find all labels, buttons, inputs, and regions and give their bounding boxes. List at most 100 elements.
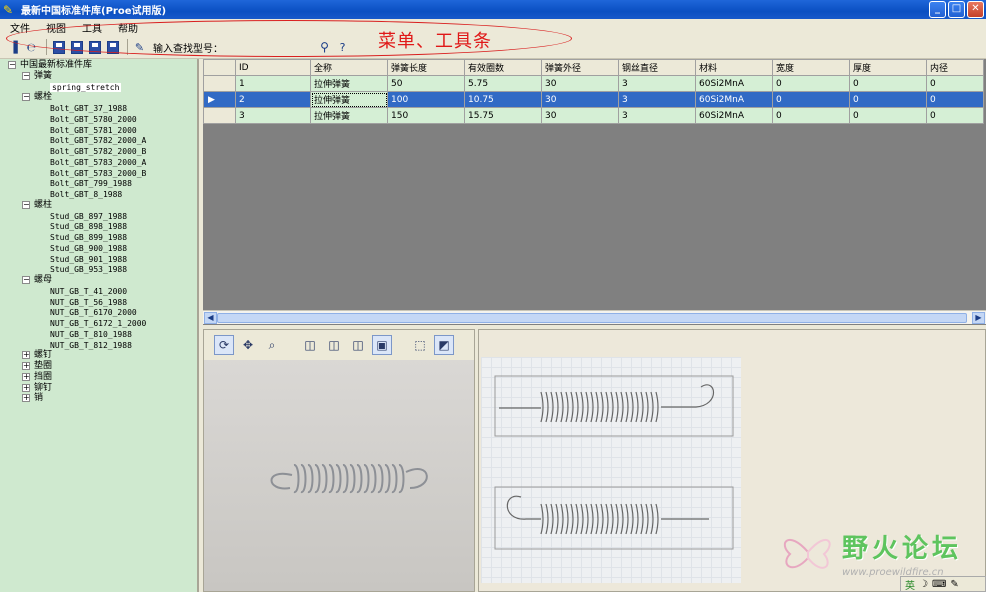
tree-group[interactable]: + 铆钉: [22, 383, 52, 394]
drawing-2d-preview[interactable]: [478, 329, 986, 592]
binoculars-icon[interactable]: ⚲: [317, 40, 332, 55]
tree-item[interactable]: spring_stretch: [50, 82, 122, 93]
table-cell[interactable]: 0: [849, 91, 927, 108]
table-cell[interactable]: 60Si2MnA: [695, 91, 773, 108]
tree-item[interactable]: NUT_GB_T_812_1988: [50, 340, 132, 351]
save-icon[interactable]: [51, 40, 66, 55]
parameter-grid[interactable]: ID 全称 弹簧长度 有效圈数 弹簧外径 钢丝直径 材料 宽度 厚度 内径 1拉…: [203, 59, 986, 325]
menu-tools[interactable]: 工具: [82, 20, 102, 35]
rotate-icon[interactable]: ⟳: [214, 335, 234, 355]
tree-group[interactable]: + 螺钉: [22, 350, 52, 361]
close-button[interactable]: ✕: [967, 1, 984, 18]
table-cell[interactable]: 3: [235, 107, 311, 124]
tree-item[interactable]: Stud_GB_898_1988: [50, 221, 127, 232]
collapse-icon[interactable]: −: [22, 276, 30, 284]
menu-view[interactable]: 视图: [46, 20, 66, 35]
tree-item[interactable]: Stud_GB_900_1988: [50, 243, 127, 254]
row-header[interactable]: ▶: [203, 91, 236, 108]
table-cell[interactable]: 拉伸弹簧: [310, 107, 388, 124]
help-icon[interactable]: ?: [335, 40, 350, 55]
tree-item[interactable]: Bolt_GBT_5780_2000: [50, 114, 137, 125]
zoom-fit-icon[interactable]: ⌕: [262, 335, 282, 355]
view-side-icon[interactable]: ◫: [348, 335, 368, 355]
table-cell[interactable]: 30: [541, 107, 619, 124]
moon-icon[interactable]: ☽: [919, 579, 928, 590]
table-cell[interactable]: 0: [926, 75, 984, 92]
column-header[interactable]: 厚度: [849, 59, 927, 76]
save-all-icon[interactable]: [105, 40, 120, 55]
collapse-icon[interactable]: −: [22, 200, 30, 209]
wireframe-icon[interactable]: ⬚: [410, 335, 430, 355]
table-cell[interactable]: 3: [618, 107, 696, 124]
tree-group[interactable]: + 销: [22, 393, 43, 404]
expand-icon[interactable]: +: [22, 351, 30, 360]
view-iso-icon[interactable]: ▣: [372, 335, 392, 355]
column-header[interactable]: 弹簧长度: [387, 59, 465, 76]
collapse-icon[interactable]: −: [22, 71, 30, 80]
keyboard-icon[interactable]: ⌨: [932, 579, 946, 590]
horizontal-scrollbar[interactable]: ◀ ▶: [203, 310, 986, 324]
column-header[interactable]: 内径: [926, 59, 984, 76]
tree-root[interactable]: − 中国最新标准件库: [8, 60, 92, 71]
tree-item[interactable]: NUT_GB_T_56_1988: [50, 297, 127, 308]
table-cell[interactable]: 拉伸弹簧: [310, 75, 388, 92]
tree-item[interactable]: Bolt_GBT_5782_2000_A: [50, 135, 146, 146]
table-cell[interactable]: 1: [235, 75, 311, 92]
tree-group[interactable]: − 螺栓: [22, 92, 52, 103]
expand-icon[interactable]: +: [22, 383, 30, 392]
book-icon[interactable]: ▐: [6, 40, 21, 55]
table-cell[interactable]: 0: [849, 75, 927, 92]
table-cell[interactable]: 50: [387, 75, 465, 92]
wrench-icon[interactable]: ✎: [950, 579, 958, 590]
spring-icon[interactable]: ℮: [24, 40, 39, 55]
shaded-icon[interactable]: ◩: [434, 335, 454, 355]
scroll-left-icon[interactable]: ◀: [204, 312, 217, 324]
table-cell[interactable]: 0: [926, 91, 984, 108]
minimize-button[interactable]: _: [929, 1, 946, 18]
tree-item[interactable]: Bolt_GBT_5783_2000_B: [50, 168, 146, 179]
part-library-tree[interactable]: − 中国最新标准件库 − 弹簧 spring_stretch − 螺栓 Bolt_GBT_37…: [0, 59, 199, 592]
table-cell[interactable]: 30: [541, 91, 619, 108]
tree-item[interactable]: Stud_GB_897_1988: [50, 211, 127, 222]
ime-language[interactable]: 英: [905, 577, 915, 592]
table-row[interactable]: 1 拉伸弹簧 50 5.75 30 3 60Si2MnA 0 0 0: [203, 75, 984, 92]
expand-icon[interactable]: +: [22, 372, 30, 381]
export-icon[interactable]: [87, 40, 102, 55]
tree-item[interactable]: Stud_GB_901_1988: [50, 254, 127, 265]
view-front-icon[interactable]: ◫: [300, 335, 320, 355]
menu-help[interactable]: 帮助: [118, 20, 138, 35]
search-input[interactable]: [227, 40, 307, 55]
table-cell[interactable]: 100: [387, 91, 465, 108]
scroll-right-icon[interactable]: ▶: [972, 312, 985, 324]
menu-file[interactable]: 文件: [10, 20, 30, 35]
table-cell[interactable]: 150: [387, 107, 465, 124]
tree-item[interactable]: Bolt_GBT_5783_2000_A: [50, 157, 146, 168]
tree-group[interactable]: + 挡圈: [22, 372, 52, 383]
tree-group[interactable]: + 垫圈: [22, 361, 52, 372]
table-cell[interactable]: 10.75: [464, 91, 542, 108]
column-header[interactable]: 材料: [695, 59, 773, 76]
tree-item[interactable]: Bolt_GBT_37_1988: [50, 103, 127, 114]
tree-item[interactable]: Stud_GB_953_1988: [50, 264, 127, 275]
save-as-icon[interactable]: [69, 40, 84, 55]
scroll-thumb[interactable]: [217, 313, 967, 323]
column-header[interactable]: 宽度: [772, 59, 850, 76]
table-row[interactable]: 3 拉伸弹簧 150 15.75 30 3 60Si2MnA 0 0 0: [203, 107, 984, 124]
tree-item[interactable]: NUT_GB_T_6170_2000: [50, 307, 137, 318]
tree-item[interactable]: NUT_GB_T_41_2000: [50, 286, 127, 297]
table-cell[interactable]: 0: [772, 75, 850, 92]
tree-item[interactable]: NUT_GB_T_810_1988: [50, 329, 132, 340]
collapse-icon[interactable]: −: [8, 61, 16, 69]
table-cell[interactable]: 0: [926, 107, 984, 124]
maximize-button[interactable]: □: [948, 1, 965, 18]
table-cell[interactable]: 0: [772, 107, 850, 124]
table-cell[interactable]: 3: [618, 91, 696, 108]
tree-item[interactable]: Bolt_GBT_799_1988: [50, 178, 132, 189]
collapse-icon[interactable]: −: [22, 93, 30, 102]
table-cell[interactable]: 2: [235, 91, 311, 108]
view-top-icon[interactable]: ◫: [324, 335, 344, 355]
tree-item[interactable]: Bolt_GBT_5781_2000: [50, 125, 137, 136]
tree-group[interactable]: − 弹簧: [22, 71, 52, 82]
column-header[interactable]: 弹簧外径: [541, 59, 619, 76]
table-cell[interactable]: 15.75: [464, 107, 542, 124]
